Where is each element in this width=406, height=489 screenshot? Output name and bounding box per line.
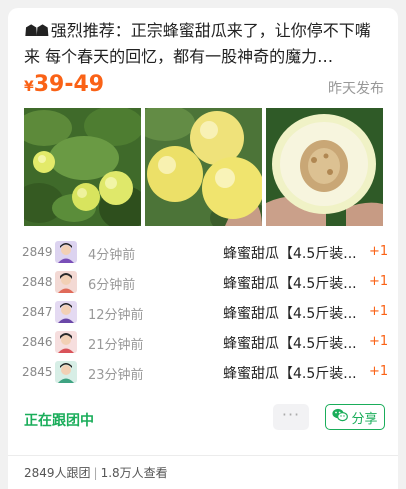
avatar bbox=[55, 301, 77, 323]
order-quantity: +1 bbox=[369, 334, 389, 349]
order-time: 6分钟前 bbox=[88, 278, 136, 293]
photo-gallery bbox=[24, 108, 384, 226]
divider bbox=[8, 455, 398, 456]
stats-separator: | bbox=[93, 466, 98, 480]
price-range: 39-49 bbox=[33, 72, 105, 97]
order-quantity: +1 bbox=[369, 274, 389, 289]
order-time: 12分钟前 bbox=[88, 308, 144, 323]
order-number: 2849 bbox=[22, 245, 53, 259]
share-button[interactable]: 分享 bbox=[325, 404, 385, 430]
order-number: 2847 bbox=[22, 305, 53, 319]
order-product: 蜂蜜甜瓜【4.5斤装... bbox=[223, 336, 357, 352]
post-title[interactable]: ☗☗ 强烈推荐：正宗蜂蜜甜瓜来了，让你停不下嘴来 每个春天的回忆，都有一股神奇的魔… bbox=[24, 18, 386, 70]
decoration-icon: ☗☗ bbox=[24, 21, 50, 40]
view-count: 1.8万人查看 bbox=[100, 466, 168, 480]
avatar bbox=[55, 271, 77, 293]
price: ¥39-49 bbox=[24, 72, 104, 97]
order-number: 2845 bbox=[22, 365, 53, 379]
order-time: 4分钟前 bbox=[88, 248, 136, 263]
order-row[interactable]: 2847 12分钟前 蜂蜜甜瓜【4.5斤装... +1 bbox=[8, 298, 398, 328]
order-product: 蜂蜜甜瓜【4.5斤装... bbox=[223, 366, 357, 382]
avatar bbox=[55, 241, 77, 263]
order-row[interactable]: 2846 21分钟前 蜂蜜甜瓜【4.5斤装... +1 bbox=[8, 328, 398, 358]
order-time: 21分钟前 bbox=[88, 338, 144, 353]
group-stats: 2849人跟团 | 1.8万人查看 bbox=[24, 464, 168, 481]
order-product: 蜂蜜甜瓜【4.5斤装... bbox=[223, 276, 357, 292]
order-product: 蜂蜜甜瓜【4.5斤装... bbox=[223, 246, 357, 262]
price-symbol: ¥ bbox=[24, 79, 34, 95]
wechat-icon bbox=[332, 408, 349, 426]
post-title-text: 强烈推荐：正宗蜂蜜甜瓜来了，让你停不下嘴来 每个春天的回忆，都有一股神奇的魔力… bbox=[24, 21, 371, 66]
order-number: 2846 bbox=[22, 335, 53, 349]
share-label: 分享 bbox=[351, 411, 378, 427]
group-buy-card[interactable]: ☗☗ 强烈推荐：正宗蜂蜜甜瓜来了，让你停不下嘴来 每个春天的回忆，都有一股神奇的魔… bbox=[8, 8, 398, 489]
order-row[interactable]: 2849 4分钟前 蜂蜜甜瓜【4.5斤装... +1 bbox=[8, 238, 398, 268]
order-time: 23分钟前 bbox=[88, 368, 144, 383]
order-quantity: +1 bbox=[369, 304, 389, 319]
avatar bbox=[55, 331, 77, 353]
melon-hand-photo[interactable] bbox=[145, 108, 262, 226]
following-status[interactable]: 正在跟团中 bbox=[24, 410, 94, 430]
order-product: 蜂蜜甜瓜【4.5斤装... bbox=[223, 306, 357, 322]
order-row[interactable]: 2845 23分钟前 蜂蜜甜瓜【4.5斤装... +1 bbox=[8, 358, 398, 388]
melon-vine-photo[interactable] bbox=[24, 108, 141, 226]
posted-time: 昨天发布 bbox=[328, 81, 384, 97]
order-quantity: +1 bbox=[369, 364, 389, 379]
order-number: 2848 bbox=[22, 275, 53, 289]
order-row[interactable]: 2848 6分钟前 蜂蜜甜瓜【4.5斤装... +1 bbox=[8, 268, 398, 298]
melon-cut-photo[interactable] bbox=[266, 108, 383, 226]
order-quantity: +1 bbox=[369, 244, 389, 259]
joined-count: 2849人跟团 bbox=[24, 466, 91, 480]
more-button[interactable]: ··· bbox=[273, 404, 309, 430]
avatar bbox=[55, 361, 77, 383]
